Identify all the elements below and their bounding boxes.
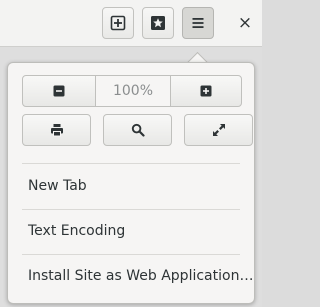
menu-item-install-site[interactable]: Install Site as Web Application… <box>8 256 254 296</box>
expand-icon <box>212 123 226 137</box>
menu-item-new-tab[interactable]: New Tab <box>8 166 254 206</box>
menu-separator <box>22 209 240 210</box>
bookmark-button[interactable] <box>142 7 174 39</box>
print-button[interactable] <box>22 114 91 146</box>
zoom-controls: 100% <box>22 75 242 107</box>
close-icon: × <box>237 13 253 33</box>
fullscreen-button[interactable] <box>184 114 253 146</box>
new-tab-button[interactable] <box>102 7 134 39</box>
hamburger-icon <box>191 16 205 30</box>
find-button[interactable] <box>103 114 172 146</box>
zoom-in-button[interactable] <box>170 75 242 107</box>
zoom-out-button[interactable] <box>22 75 96 107</box>
close-window-button[interactable]: × <box>232 7 258 39</box>
main-menu-button[interactable] <box>182 7 214 39</box>
plus-icon <box>200 85 212 97</box>
minus-icon <box>53 85 65 97</box>
tool-buttons <box>22 114 253 146</box>
menu-separator <box>22 254 240 255</box>
printer-icon <box>50 123 64 137</box>
zoom-level: 100% <box>96 75 170 107</box>
menu-item-text-encoding[interactable]: Text Encoding <box>8 211 254 251</box>
main-menu-popover: 100% New Tab Text Encoding Install Site … <box>7 62 255 304</box>
search-icon <box>131 123 145 137</box>
star-square-icon <box>150 15 166 31</box>
plus-square-icon <box>110 15 126 31</box>
menu-separator <box>22 163 240 164</box>
